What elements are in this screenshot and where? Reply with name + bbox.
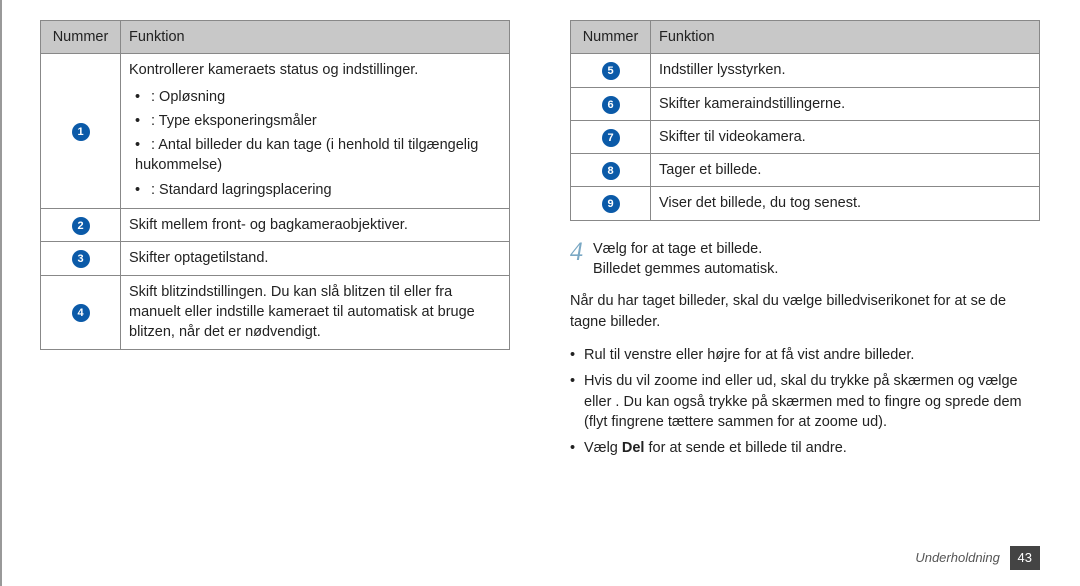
step-number: 4 (570, 239, 583, 265)
body-list: Rul til venstre eller højre for at få vi… (570, 342, 1040, 461)
number-badge: 7 (602, 129, 620, 147)
cell-function: Skifter til videokamera. (651, 120, 1040, 153)
left-column: Nummer Funktion 1 Kontrollerer kameraets… (40, 20, 510, 461)
cell-function: Tager et billede. (651, 154, 1040, 187)
list-item: Hvis du vil zoome ind eller ud, skal du … (570, 368, 1040, 435)
right-table: Nummer Funktion 5 Indstiller lysstyrken.… (570, 20, 1040, 221)
number-badge: 8 (602, 162, 620, 180)
list-item: Rul til venstre eller højre for at få vi… (570, 342, 1040, 368)
cell-function: Skifter kameraindstillingerne. (651, 87, 1040, 120)
page-footer: Underholdning 43 (915, 546, 1040, 570)
left-header-func: Funktion (121, 21, 510, 54)
number-badge: 2 (72, 217, 90, 235)
right-header-func: Funktion (651, 21, 1040, 54)
bullet-item: : Antal billeder du kan tage (i henhold … (135, 133, 501, 178)
table-row: 3 Skifter optagetilstand. (41, 242, 510, 275)
section-name: Underholdning (915, 550, 1000, 565)
table-row: 9 Viser det billede, du tog senest. (571, 187, 1040, 220)
right-column: Nummer Funktion 5 Indstiller lysstyrken.… (570, 20, 1040, 461)
cell-function: Skifter optagetilstand. (121, 242, 510, 275)
page-number: 43 (1010, 546, 1040, 570)
row-bullets: : Opløsning : Type eksponeringsmåler : A… (129, 85, 501, 202)
row-intro: Kontrollerer kameraets status og indstil… (129, 62, 418, 78)
step-body: Vælg for at tage et billede. Billedet ge… (593, 239, 778, 280)
step-line2: Billedet gemmes automatisk. (593, 259, 778, 279)
table-row: 7 Skifter til videokamera. (571, 120, 1040, 153)
table-row: 8 Tager et billede. (571, 154, 1040, 187)
left-header-num: Nummer (41, 21, 121, 54)
content-columns: Nummer Funktion 1 Kontrollerer kameraets… (40, 20, 1040, 461)
cell-function: Skift mellem front- og bagkameraobjektiv… (121, 209, 510, 242)
bullet-item: : Type eksponeringsmåler (135, 109, 501, 133)
number-badge: 6 (602, 96, 620, 114)
left-table: Nummer Funktion 1 Kontrollerer kameraets… (40, 20, 510, 350)
number-badge: 1 (72, 123, 90, 141)
number-badge: 5 (602, 62, 620, 80)
number-badge: 9 (602, 195, 620, 213)
left-margin-line (0, 0, 2, 586)
table-row: 5 Indstiller lysstyrken. (571, 54, 1040, 87)
bullet-item: : Standard lagringsplacering (135, 178, 501, 202)
table-row: 2 Skift mellem front- og bagkameraobjekt… (41, 209, 510, 242)
table-row: 4 Skift blitzindstillingen. Du kan slå b… (41, 275, 510, 349)
table-row: 6 Skifter kameraindstillingerne. (571, 87, 1040, 120)
table-row: 1 Kontrollerer kameraets status og indst… (41, 54, 510, 209)
list-item: Vælg Del for at sende et billede til and… (570, 435, 1040, 461)
step-4: 4 Vælg for at tage et billede. Billedet … (570, 239, 1040, 280)
step-line1: Vælg for at tage et billede. (593, 239, 778, 259)
number-badge: 3 (72, 250, 90, 268)
paragraph: Når du har taget billeder, skal du vælge… (570, 291, 1040, 332)
cell-function: Skift blitzindstillingen. Du kan slå bli… (121, 275, 510, 349)
number-badge: 4 (72, 304, 90, 322)
right-header-num: Nummer (571, 21, 651, 54)
cell-function: Kontrollerer kameraets status og indstil… (121, 54, 510, 209)
cell-function: Indstiller lysstyrken. (651, 54, 1040, 87)
bullet-item: : Opløsning (135, 85, 501, 109)
cell-function: Viser det billede, du tog senest. (651, 187, 1040, 220)
